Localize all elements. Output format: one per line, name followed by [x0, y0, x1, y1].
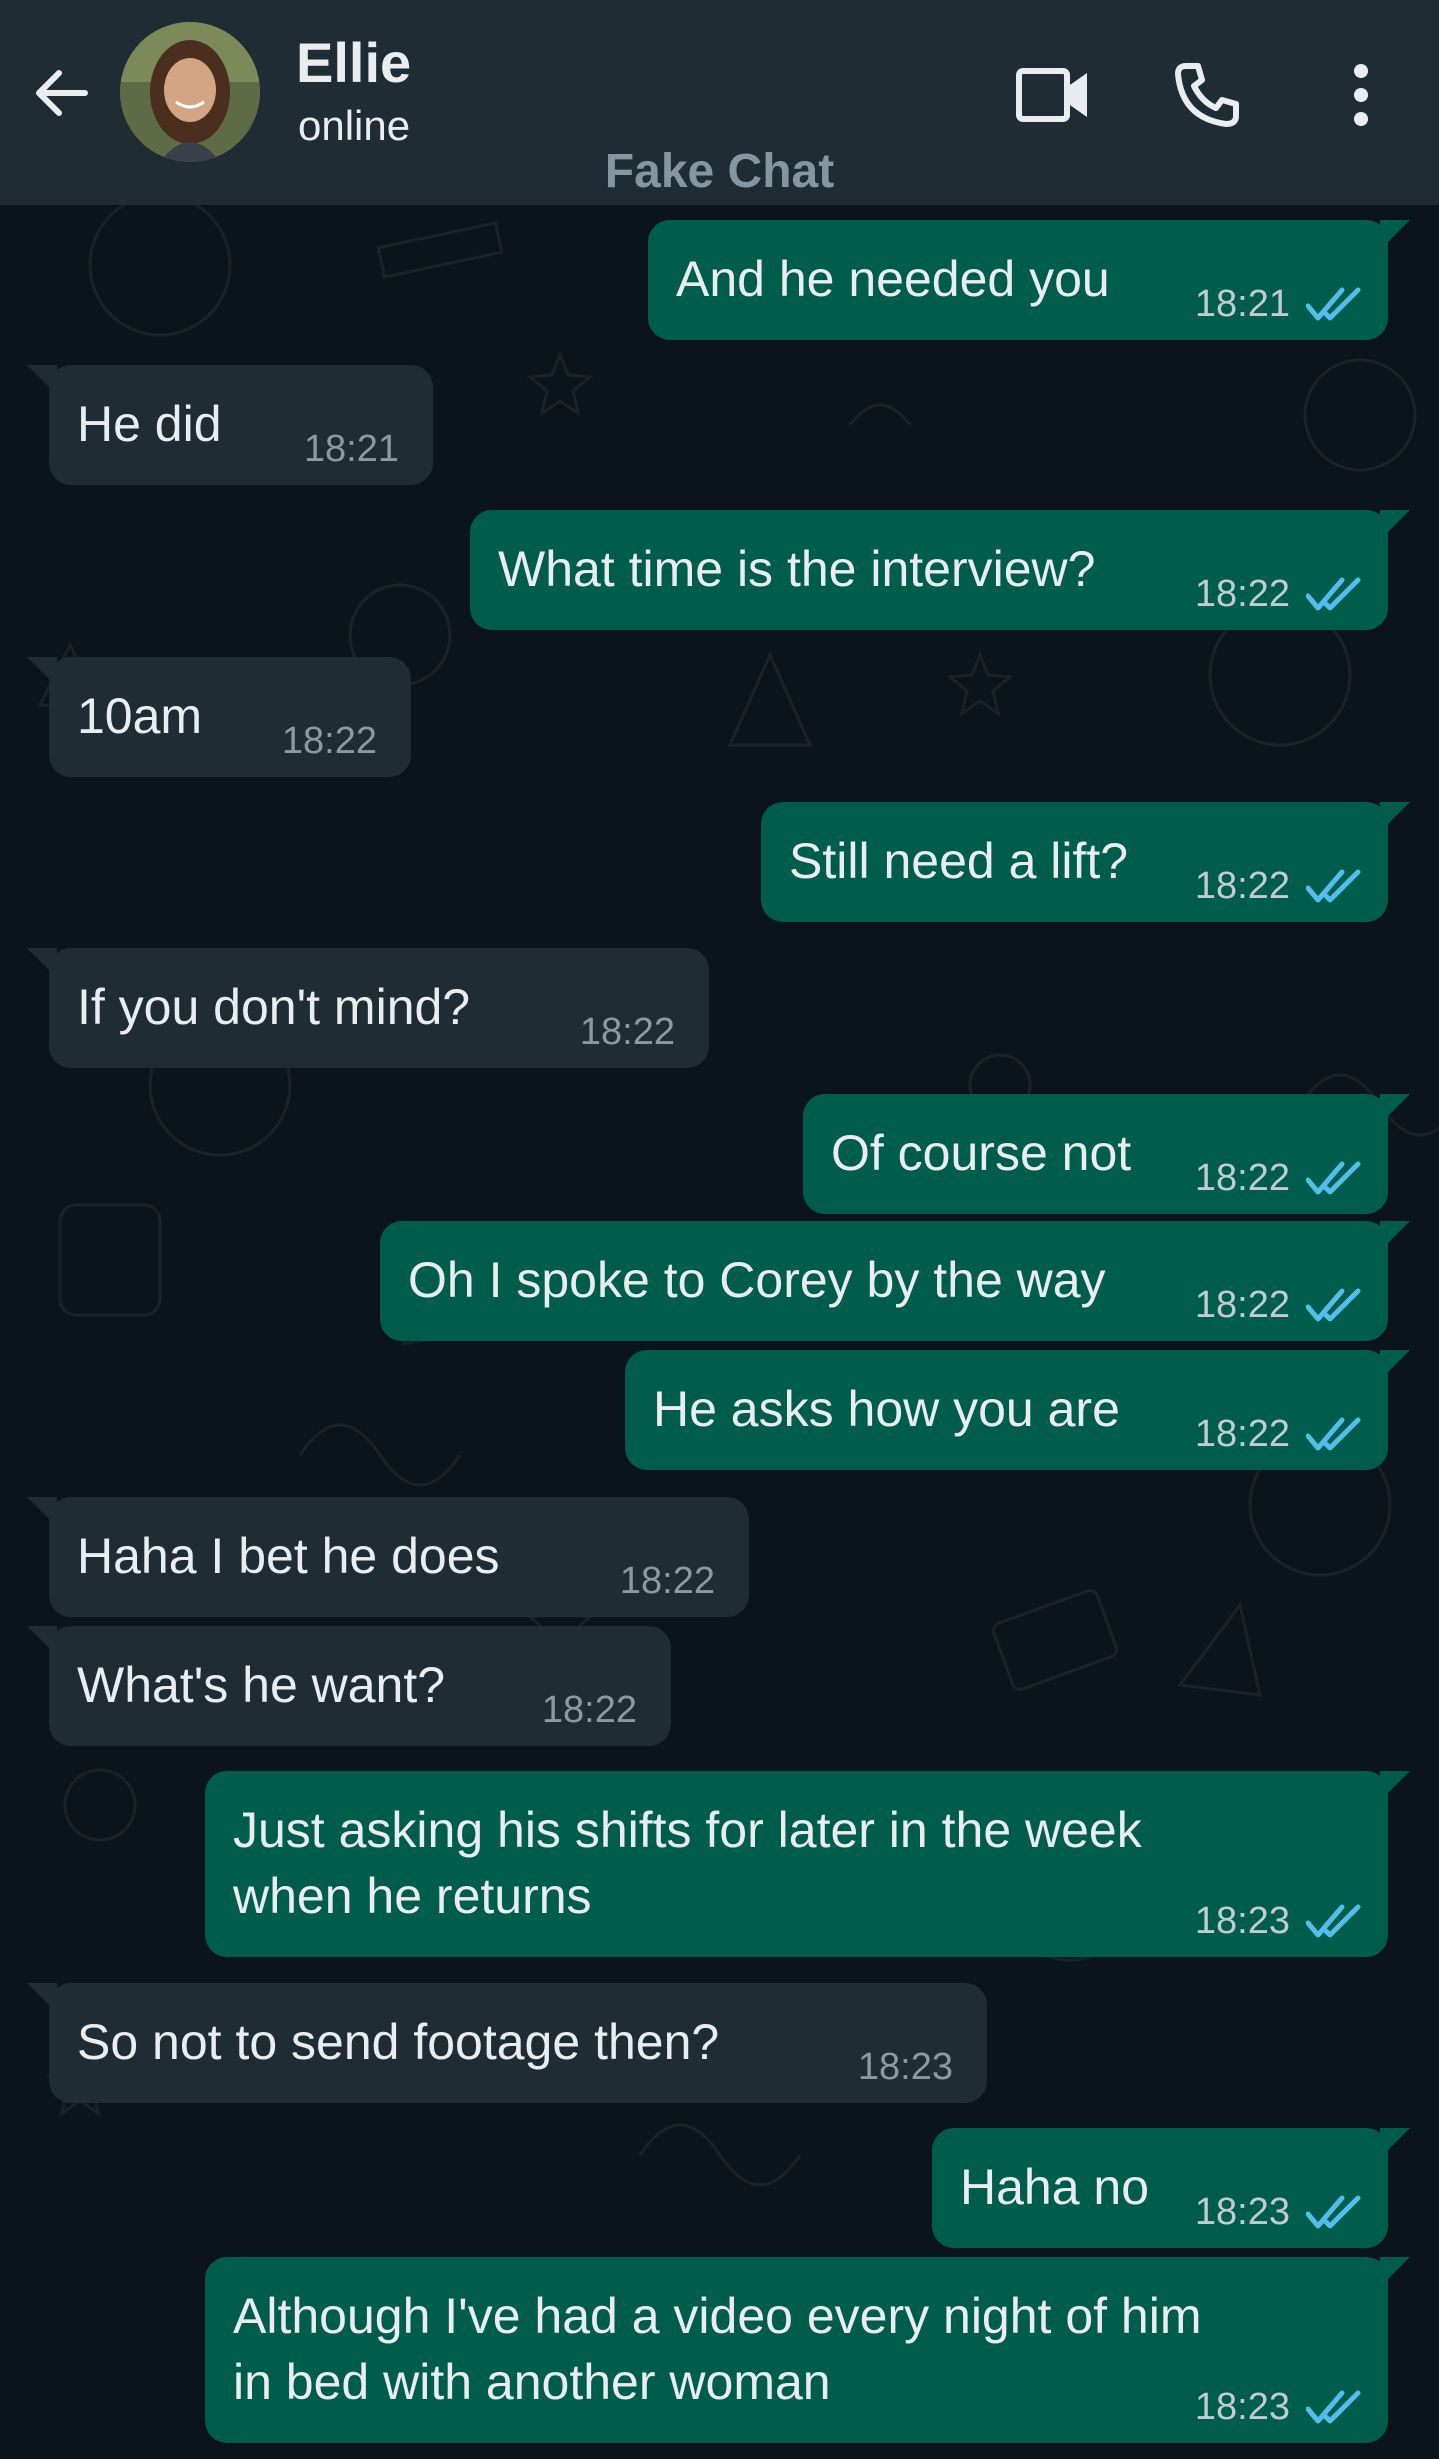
message-text: What time is the interview? [498, 541, 1096, 597]
read-ticks-icon [1306, 1904, 1361, 1938]
read-ticks-icon [1306, 1288, 1361, 1322]
message-bubble[interactable]: Haha no 18:23 [932, 2128, 1410, 2248]
message-text: If you don't mind? [77, 979, 471, 1035]
message-bubble[interactable]: Oh I spoke to Corey by the way 18:22 [380, 1221, 1410, 1341]
message-time: 18:23 [1194, 2386, 1290, 2428]
message-bubble[interactable]: Of course not 18:22 [803, 1094, 1410, 1214]
read-ticks-icon [1306, 1417, 1361, 1451]
message-text: Oh I spoke to Corey by the way [408, 1252, 1106, 1308]
message-time: 18:22 [281, 720, 377, 762]
message-text: Haha I bet he does [77, 1528, 500, 1584]
message-list: And he needed you 18:21 He did 18:21 Wha… [0, 205, 1439, 2459]
message-text: So not to send footage then? [77, 2014, 720, 2070]
message-text: He did [77, 396, 222, 452]
message-time: 18:21 [1194, 283, 1290, 325]
phone-icon [1175, 63, 1239, 127]
back-arrow-icon [36, 70, 88, 116]
read-ticks-icon [1306, 1161, 1361, 1195]
message-time: 18:22 [579, 1011, 675, 1053]
message-bubble[interactable]: Haha I bet he does 18:22 [27, 1497, 749, 1617]
more-vert-icon [1354, 64, 1368, 126]
message-time: 18:22 [1194, 1157, 1290, 1199]
chat-screen: Ellie online Fake Chat And he needed you… [0, 0, 1439, 2459]
read-ticks-icon [1306, 2195, 1361, 2229]
message-text: Just asking his shifts for later in the … [233, 1802, 1142, 1924]
read-ticks-icon [1306, 287, 1361, 321]
read-ticks-icon [1306, 2390, 1361, 2424]
message-text: 10am [77, 688, 203, 744]
message-bubble[interactable]: If you don't mind? 18:22 [27, 948, 709, 1068]
message-bubble[interactable]: What time is the interview? 18:22 [470, 510, 1410, 630]
message-text: And he needed you [676, 251, 1110, 307]
message-time: 18:22 [1194, 1413, 1290, 1455]
message-text: Still need a lift? [789, 833, 1129, 889]
read-ticks-icon [1306, 869, 1361, 903]
message-time: 18:23 [1194, 1900, 1290, 1942]
message-bubble[interactable]: Although I've had a video every night of… [205, 2257, 1410, 2443]
message-text: Although I've had a video every night of… [233, 2288, 1202, 2410]
back-button[interactable] [26, 58, 96, 128]
message-bubble[interactable]: Just asking his shifts for later in the … [205, 1771, 1410, 1957]
message-time: 18:23 [1194, 2191, 1290, 2233]
message-bubble[interactable]: 10am 18:22 [27, 657, 411, 777]
read-ticks-icon [1306, 577, 1361, 611]
more-options-button[interactable] [1318, 50, 1404, 140]
message-time: 18:22 [1194, 865, 1290, 907]
video-call-icon [1016, 68, 1087, 122]
message-bubble[interactable]: He did 18:21 [27, 365, 433, 485]
message-text: Haha no [960, 2159, 1150, 2215]
video-call-button[interactable] [1008, 50, 1098, 140]
message-bubble[interactable]: So not to send footage then? 18:23 [27, 1983, 987, 2103]
watermark: Fake Chat [604, 145, 835, 198]
message-bubble[interactable]: Still need a lift? 18:22 [761, 802, 1410, 922]
message-time: 18:21 [303, 428, 399, 470]
message-text: What's he want? [77, 1657, 446, 1713]
message-time: 18:22 [1194, 1284, 1290, 1326]
voice-call-button[interactable] [1162, 50, 1252, 140]
message-bubble[interactable]: He asks how you are 18:22 [625, 1350, 1410, 1470]
message-time: 18:22 [619, 1560, 715, 1602]
contact-name[interactable]: Ellie [296, 30, 411, 96]
message-time: 18:22 [1194, 573, 1290, 615]
message-text: He asks how you are [653, 1381, 1120, 1437]
message-time: 18:23 [857, 2046, 953, 2088]
message-text: Of course not [831, 1125, 1132, 1181]
message-bubble[interactable]: What's he want? 18:22 [27, 1626, 671, 1746]
message-time: 18:22 [541, 1689, 637, 1731]
message-bubble[interactable]: And he needed you 18:21 [648, 220, 1410, 340]
